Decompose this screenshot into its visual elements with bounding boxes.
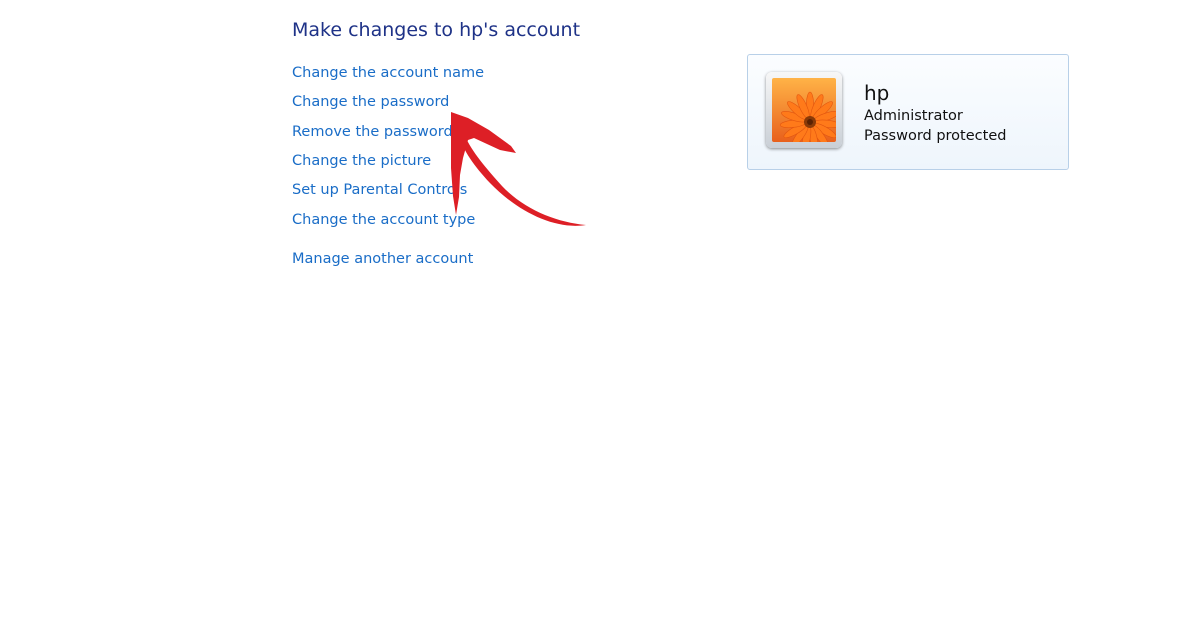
parental-controls-link[interactable]: Set up Parental Controls: [292, 182, 467, 198]
avatar: [766, 72, 842, 148]
user-accounts-page: Make changes to hp's account Change the …: [0, 0, 1200, 628]
account-card: hp Administrator Password protected: [747, 54, 1069, 170]
change-account-type-link[interactable]: Change the account type: [292, 212, 475, 228]
change-picture-link[interactable]: Change the picture: [292, 153, 431, 169]
remove-password-link[interactable]: Remove the password: [292, 124, 453, 140]
manage-another-account-link[interactable]: Manage another account: [292, 251, 473, 267]
account-name: hp: [864, 81, 890, 105]
page-title: Make changes to hp's account: [292, 19, 581, 41]
account-status: Password protected: [864, 128, 1007, 144]
account-type: Administrator: [864, 108, 963, 124]
change-account-name-link[interactable]: Change the account name: [292, 65, 484, 81]
change-password-link[interactable]: Change the password: [292, 94, 449, 110]
orange-flower-picture-icon: [772, 78, 836, 142]
